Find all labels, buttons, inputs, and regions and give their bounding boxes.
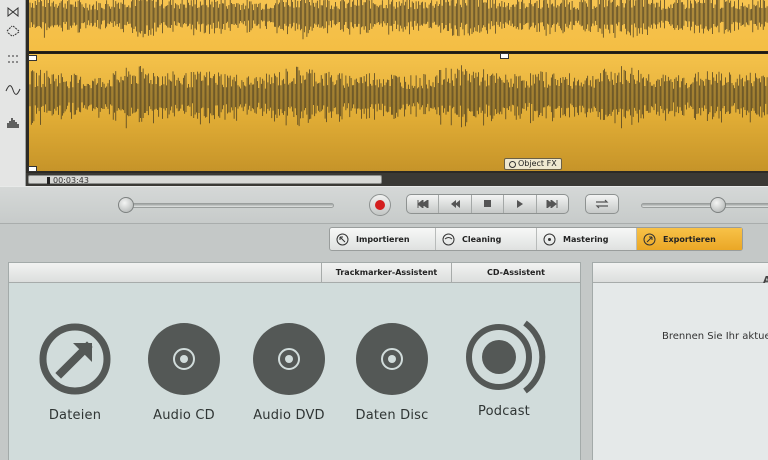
tab-mastering[interactable]: Mastering (537, 228, 637, 250)
tab-importieren[interactable]: Importieren (330, 228, 436, 250)
trim-icon[interactable] (3, 2, 23, 22)
files-export-icon (39, 323, 111, 395)
marquee-icon[interactable] (3, 21, 23, 41)
skip-to-end-button[interactable] (537, 195, 568, 213)
editor-toolbar (0, 0, 26, 186)
audio-cd-icon (148, 323, 220, 395)
rewind-button[interactable] (439, 195, 472, 213)
export-podcast-button[interactable]: Podcast (454, 320, 554, 419)
fade-out-handle[interactable] (28, 166, 37, 172)
tab-label: Exportieren (663, 234, 716, 244)
fade-in-handle[interactable] (28, 55, 37, 61)
object-fx-icon (509, 160, 516, 168)
info-panel-header (593, 263, 768, 283)
loop-icon (595, 199, 609, 209)
info-panel-title: A (763, 275, 768, 286)
data-disc-icon (356, 323, 428, 395)
trackmarker-assistant-button[interactable]: Trackmarker-Assistent (321, 263, 451, 282)
export-icon (643, 233, 656, 245)
tab-cleaning[interactable]: Cleaning (436, 228, 537, 250)
waveform-svg (29, 0, 768, 171)
object-fx-button[interactable]: Object FX (504, 158, 562, 170)
app-window: Object FX 00:03:43 Importieren Cleaning … (0, 0, 768, 460)
waveform-display[interactable]: Object FX (26, 0, 768, 173)
position-slider[interactable] (124, 203, 334, 208)
transport-bar (0, 186, 768, 224)
playhead-marker[interactable] (47, 177, 50, 184)
play-button[interactable] (504, 195, 537, 213)
export-files-button[interactable]: Dateien (25, 321, 125, 423)
volume-slider-knob[interactable] (710, 197, 726, 213)
channel-left (29, 0, 768, 51)
skip-to-start-icon (416, 200, 429, 208)
export-item-label: Dateien (48, 408, 102, 423)
timeline-bar: 00:03:43 (26, 173, 768, 186)
panel-header: Trackmarker-Assistent CD-Assistent (9, 263, 580, 283)
skip-to-end-icon (546, 200, 558, 208)
time-readout: 00:03:43 (53, 176, 89, 185)
volume-handle[interactable] (500, 53, 509, 59)
spectrum-icon[interactable] (3, 80, 23, 100)
envelope-icon[interactable] (3, 49, 23, 69)
stop-icon (483, 200, 491, 207)
export-audio-dvd-button[interactable]: Audio DVD (239, 321, 339, 423)
timeline-scroll[interactable]: 00:03:43 (28, 175, 382, 185)
export-data-disc-button[interactable]: Daten Disc (342, 321, 442, 423)
export-item-label: Audio CD (153, 408, 215, 423)
rewind-icon (450, 200, 460, 208)
record-icon (375, 200, 385, 210)
info-panel-text: Brennen Sie Ihr aktue (662, 331, 768, 342)
object-fx-label: Object FX (518, 159, 557, 168)
mastering-icon (543, 233, 556, 245)
cd-assistant-button[interactable]: CD-Assistent (451, 263, 580, 282)
tab-label: Mastering (563, 234, 609, 244)
tab-label: Importieren (356, 234, 410, 244)
export-audio-cd-button[interactable]: Audio CD (134, 321, 234, 423)
tab-label: Cleaning (462, 234, 502, 244)
export-panel: Trackmarker-Assistent CD-Assistent Datei… (8, 262, 581, 460)
waveform-tool-icon[interactable] (3, 112, 23, 132)
tab-exportieren[interactable]: Exportieren (637, 228, 742, 250)
skip-to-start-button[interactable] (407, 195, 440, 213)
record-button[interactable] (369, 194, 391, 216)
channel-right (29, 54, 768, 171)
play-icon (516, 200, 523, 208)
transport-controls (406, 194, 569, 214)
cleaning-icon (442, 233, 455, 245)
podcast-icon (466, 320, 546, 394)
import-icon (336, 233, 349, 245)
info-panel: A Brennen Sie Ihr aktue (592, 262, 768, 460)
volume-slider[interactable] (641, 203, 768, 208)
loop-button[interactable] (585, 194, 619, 214)
position-slider-knob[interactable] (118, 197, 134, 213)
export-item-label: Podcast (478, 404, 530, 419)
audio-dvd-icon (253, 323, 325, 395)
export-item-label: Audio DVD (253, 408, 325, 423)
export-item-label: Daten Disc (355, 408, 429, 423)
stop-button[interactable] (472, 195, 505, 213)
workflow-tabs: Importieren Cleaning Mastering Exportier… (329, 227, 743, 251)
